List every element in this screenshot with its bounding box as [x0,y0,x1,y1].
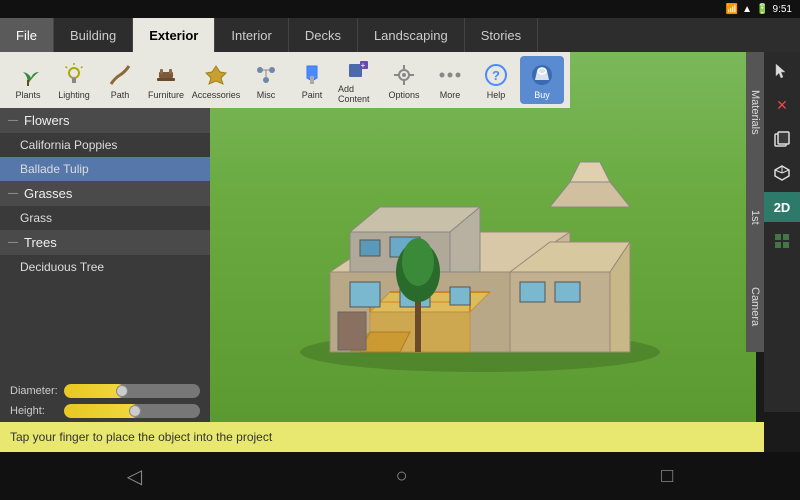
phone-icon: 📶 [726,4,738,15]
battery-icon: 🔋 [756,4,768,15]
help-icon: ? [482,61,510,89]
plants-icon [14,61,42,89]
accessories-icon [202,61,230,89]
trees-label: Trees [24,235,57,250]
add-content-label: Add Content [338,84,378,104]
grasses-bullet: — [8,188,18,199]
section-grasses[interactable]: — Grasses [0,181,210,206]
tool-help[interactable]: ? Help [474,56,518,104]
height-row: Height: [10,404,200,418]
misc-label: Misc [257,90,276,100]
diameter-row: Diameter: [10,384,200,398]
help-label: Help [487,90,506,100]
more-label: More [440,90,461,100]
section-trees[interactable]: — Trees [0,230,210,255]
tab-stories[interactable]: Stories [465,18,538,52]
tab-landscaping[interactable]: Landscaping [358,18,465,52]
bottom-status-bar: Tap your finger to place the object into… [0,422,764,452]
accessories-label: Accessories [192,90,241,100]
tool-add-content[interactable]: + Add Content [336,56,380,104]
furniture-icon [152,61,180,89]
item-deciduous-tree[interactable]: Deciduous Tree [0,255,210,279]
height-label: Height: [10,405,64,417]
options-label: Options [388,90,419,100]
svg-text:?: ? [492,68,500,83]
grid-view-button[interactable] [767,226,797,256]
time-display: 9:51 [773,4,792,15]
tab-decks[interactable]: Decks [289,18,358,52]
materials-panel-tab[interactable]: Materials [746,52,764,172]
paint-label: Paint [302,90,323,100]
svg-text:+: + [361,61,366,70]
grasses-label: Grasses [24,186,72,201]
tool-accessories[interactable]: Accessories [190,56,242,104]
paint-icon [298,61,326,89]
more-icon [436,61,464,89]
camera-panel-tab[interactable]: Camera [746,262,764,352]
tool-lighting[interactable]: Lighting [52,56,96,104]
tool-misc[interactable]: Misc [244,56,288,104]
buy-icon [528,61,556,89]
tool-plants[interactable]: Plants [6,56,50,104]
lighting-icon [60,61,88,89]
status-bar: 📶 ▲ 🔋 9:51 [0,0,800,18]
options-icon [390,61,418,89]
tool-furniture[interactable]: Furniture [144,56,188,104]
select-tool-button[interactable] [767,56,797,86]
lighting-label: Lighting [58,90,90,100]
left-panel: — Flowers California Poppies Ballade Tul… [0,108,210,378]
back-button[interactable]: ◁ [127,464,142,489]
tool-path[interactable]: Path [98,56,142,104]
right-toolbar: ✕ 2D [764,52,800,412]
diameter-label: Diameter: [10,385,64,397]
copy-button[interactable] [767,124,797,154]
tool-more[interactable]: More [428,56,472,104]
tool-paint[interactable]: Paint [290,56,334,104]
2d-view-button[interactable]: 2D [764,192,800,222]
flowers-label: Flowers [24,113,70,128]
status-message: Tap your finger to place the object into… [10,430,272,444]
house-3d-view [270,72,690,372]
item-ballade-tulip[interactable]: Ballade Tulip [0,157,210,181]
home-button[interactable]: ○ [396,465,408,488]
tab-exterior[interactable]: Exterior [133,18,215,52]
diameter-thumb[interactable] [116,385,128,397]
android-nav-bar: ◁ ○ □ [0,452,800,500]
height-slider[interactable] [64,404,200,418]
plants-label: Plants [15,90,40,100]
section-flowers[interactable]: — Flowers [0,108,210,133]
buy-label: Buy [534,90,550,100]
flowers-bullet: — [8,115,18,126]
height-thumb[interactable] [129,405,141,417]
furniture-label: Furniture [148,90,184,100]
nav-tabs: File Building Exterior Interior Decks La… [0,18,800,52]
item-grass[interactable]: Grass [0,206,210,230]
height-fill [64,404,139,418]
add-content-icon: + [344,57,372,83]
item-california-poppies[interactable]: California Poppies [0,133,210,157]
recent-apps-button[interactable]: □ [661,465,673,488]
first-floor-panel-tab[interactable]: 1st [746,172,764,262]
diameter-slider[interactable] [64,384,200,398]
tab-building[interactable]: Building [54,18,133,52]
tab-interior[interactable]: Interior [215,18,288,52]
trees-bullet: — [8,237,18,248]
tool-buy[interactable]: Buy [520,56,564,104]
toolbar: Plants Lighting Path [0,52,570,108]
wifi-icon: ▲ [742,4,752,15]
delete-button[interactable]: ✕ [767,90,797,120]
3d-view-button[interactable] [767,158,797,188]
misc-icon [252,61,280,89]
tool-options[interactable]: Options [382,56,426,104]
tab-file[interactable]: File [0,18,54,52]
path-label: Path [111,90,130,100]
path-icon [106,61,134,89]
status-icons: 📶 ▲ 🔋 9:51 [726,4,792,15]
